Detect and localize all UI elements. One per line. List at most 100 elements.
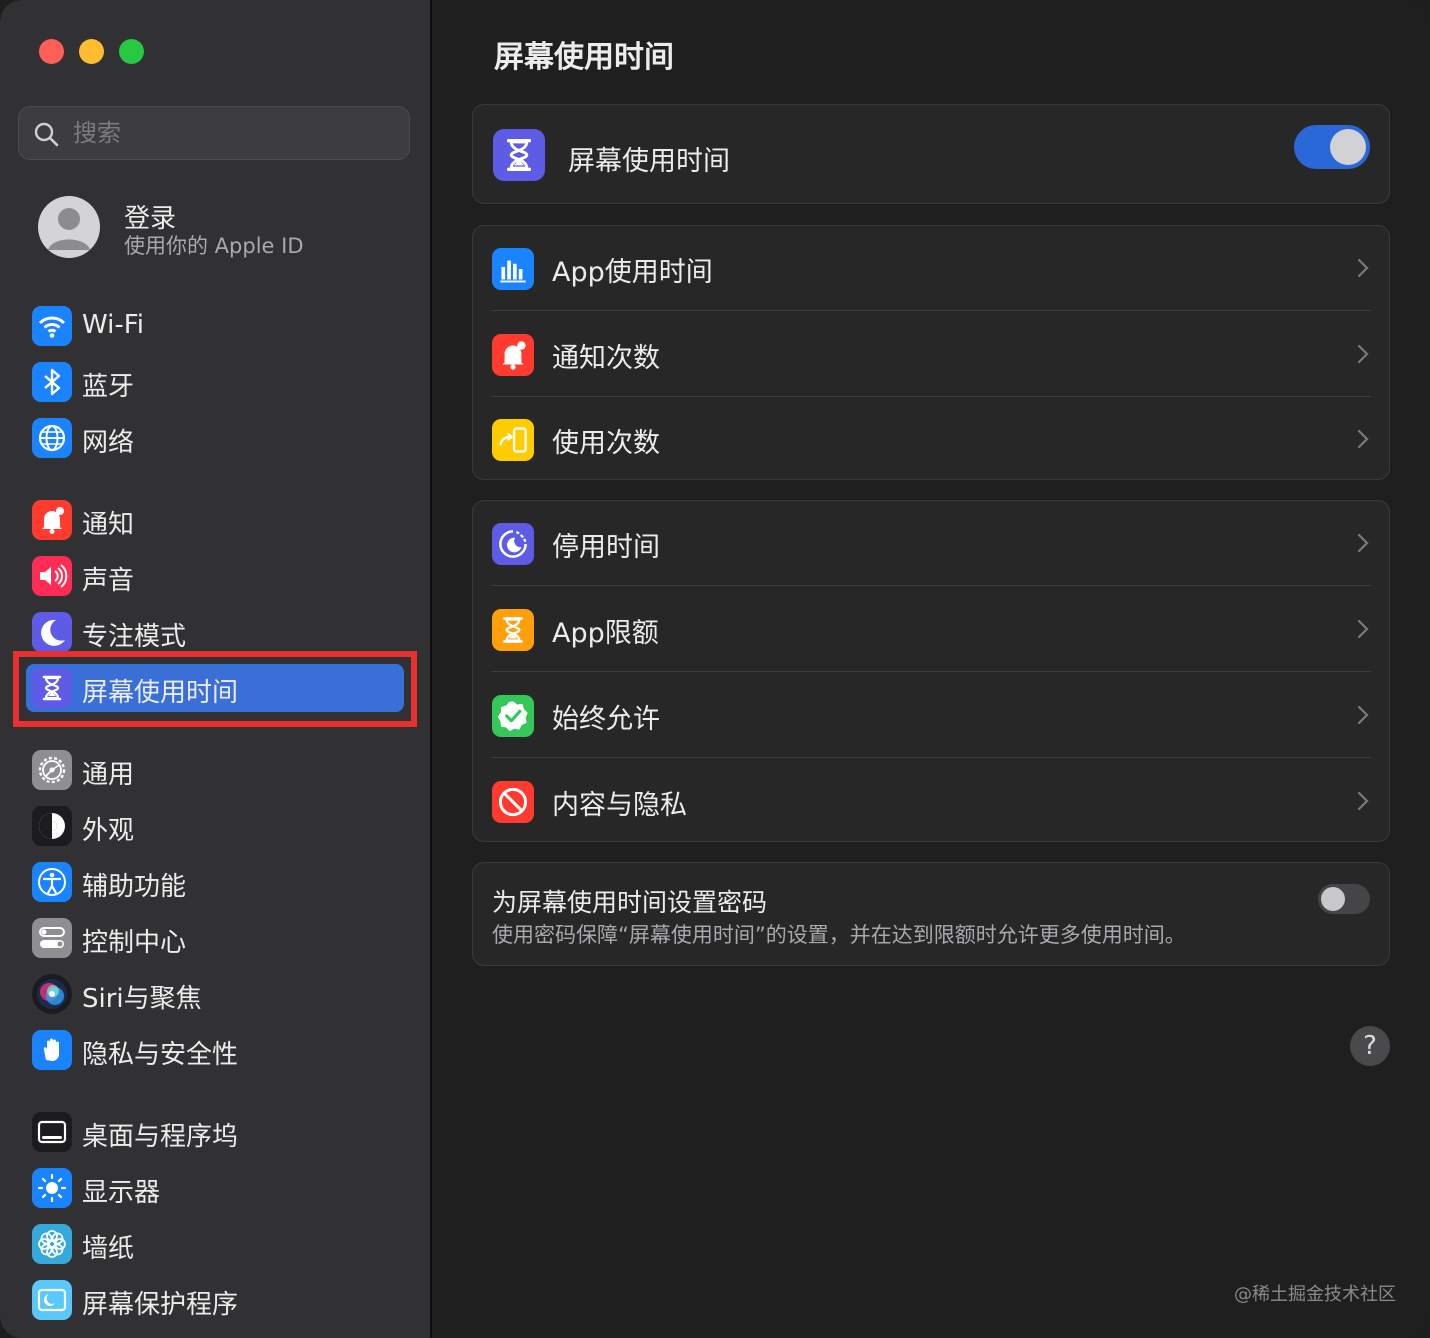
hand-icon bbox=[32, 1030, 72, 1070]
sidebar-item-label: 显示器 bbox=[82, 1178, 161, 1208]
sidebar-item-screen-saver[interactable]: 屏幕保护程序 bbox=[24, 1276, 404, 1324]
row-label: 停用时间 bbox=[552, 532, 660, 563]
help-button[interactable]: ? bbox=[1350, 1026, 1390, 1066]
sidebar-item-appearance[interactable]: 外观 bbox=[24, 802, 404, 850]
sidebar-item-label: 桌面与程序坞 bbox=[82, 1122, 239, 1152]
bar-chart-icon bbox=[492, 248, 534, 290]
pickup-icon bbox=[492, 419, 534, 461]
bell-icon bbox=[32, 500, 72, 540]
row-label: App限额 bbox=[552, 618, 659, 649]
bell-icon bbox=[492, 334, 534, 376]
sidebar-item-label: 外观 bbox=[82, 816, 135, 846]
page-title: 屏幕使用时间 bbox=[494, 40, 674, 75]
appearance-icon bbox=[32, 806, 72, 846]
screensaver-icon bbox=[32, 1280, 72, 1320]
sidebar-item-privacy[interactable]: 隐私与安全性 bbox=[24, 1026, 404, 1074]
sidebar-item-wallpaper[interactable]: 墙纸 bbox=[24, 1220, 404, 1268]
sidebar-item-label: 声音 bbox=[82, 566, 135, 596]
row-label: 通知次数 bbox=[552, 343, 660, 374]
row-always-allowed[interactable]: 始终允许 bbox=[473, 673, 1388, 759]
row-label: App使用时间 bbox=[552, 257, 713, 288]
sidebar-item-label: 控制中心 bbox=[82, 928, 187, 958]
sidebar-item-notifications[interactable]: 通知 bbox=[24, 496, 404, 544]
row-content-privacy[interactable]: 内容与隐私 bbox=[473, 759, 1388, 845]
toggle-knob bbox=[1330, 129, 1366, 165]
sidebar-item-label: 蓝牙 bbox=[82, 372, 135, 402]
chevron-right-icon bbox=[1357, 619, 1369, 639]
hourglass-icon bbox=[493, 129, 545, 181]
sidebar-item-label: 通知 bbox=[82, 510, 135, 540]
sidebar-item-desktop-dock[interactable]: 桌面与程序坞 bbox=[24, 1108, 404, 1156]
divider bbox=[491, 310, 1371, 311]
screen-time-label: 屏幕使用时间 bbox=[568, 146, 730, 177]
hourglass-icon bbox=[492, 609, 534, 651]
row-label: 内容与隐私 bbox=[552, 790, 687, 821]
sidebar-item-displays[interactable]: 显示器 bbox=[24, 1164, 404, 1212]
chevron-right-icon bbox=[1357, 705, 1369, 725]
sidebar-item-network[interactable]: 网络 bbox=[24, 414, 404, 462]
person-icon bbox=[48, 208, 90, 250]
row-downtime[interactable]: 停用时间 bbox=[473, 501, 1388, 587]
sun-icon bbox=[32, 1168, 72, 1208]
control-center-icon bbox=[32, 918, 72, 958]
row-app-usage[interactable]: App使用时间 bbox=[473, 226, 1388, 312]
row-app-limits[interactable]: App限额 bbox=[473, 587, 1388, 673]
sidebar-item-general[interactable]: 通用 bbox=[24, 746, 404, 794]
sidebar-item-accessibility[interactable]: 辅助功能 bbox=[24, 858, 404, 906]
bluetooth-icon bbox=[32, 362, 72, 402]
sidebar-item-label: Siri与聚焦 bbox=[82, 984, 202, 1014]
apple-id-account[interactable]: 登录 使用你的 Apple ID bbox=[38, 196, 408, 260]
chevron-right-icon bbox=[1357, 533, 1369, 553]
sidebar-item-label: 墙纸 bbox=[82, 1234, 135, 1264]
main-panel: 屏幕使用时间 屏幕使用时间 App使用时间 通知次数 使用次数 停用时间 App… bbox=[432, 0, 1430, 1338]
sidebar-item-control-center[interactable]: 控制中心 bbox=[24, 914, 404, 962]
account-subtitle: 使用你的 Apple ID bbox=[124, 234, 304, 258]
search-input[interactable] bbox=[73, 107, 393, 159]
chevron-right-icon bbox=[1357, 429, 1369, 449]
wifi-icon bbox=[32, 306, 72, 346]
sidebar-item-focus[interactable]: 专注模式 bbox=[24, 608, 404, 656]
dock-icon bbox=[32, 1112, 72, 1152]
row-label: 使用次数 bbox=[552, 428, 660, 459]
system-settings-window: 登录 使用你的 Apple ID Wi-Fi 蓝牙 网络 bbox=[0, 0, 1430, 1338]
sidebar-item-label: 屏幕保护程序 bbox=[82, 1290, 239, 1320]
chevron-right-icon bbox=[1357, 791, 1369, 811]
sidebar-item-label: 通用 bbox=[82, 760, 135, 790]
accessibility-icon bbox=[32, 862, 72, 902]
search-field[interactable] bbox=[18, 106, 410, 160]
divider bbox=[491, 757, 1371, 758]
zoom-button[interactable] bbox=[119, 39, 144, 64]
avatar bbox=[38, 196, 100, 258]
downtime-icon bbox=[492, 523, 534, 565]
sidebar-item-wifi[interactable]: Wi-Fi bbox=[24, 302, 404, 350]
sidebar-item-label: 辅助功能 bbox=[82, 872, 187, 902]
close-button[interactable] bbox=[39, 39, 64, 64]
chevron-right-icon bbox=[1357, 258, 1369, 278]
screen-time-toggle[interactable] bbox=[1294, 125, 1370, 169]
chevron-right-icon bbox=[1357, 344, 1369, 364]
sidebar-item-bluetooth[interactable]: 蓝牙 bbox=[24, 358, 404, 406]
usage-group-card: App使用时间 通知次数 使用次数 bbox=[472, 225, 1390, 480]
toggle-knob bbox=[1321, 887, 1345, 911]
flower-icon bbox=[32, 1224, 72, 1264]
moon-icon bbox=[32, 612, 72, 652]
globe-icon bbox=[32, 418, 72, 458]
row-label: 始终允许 bbox=[552, 704, 660, 735]
row-notifications[interactable]: 通知次数 bbox=[473, 312, 1388, 398]
siri-icon bbox=[32, 974, 72, 1014]
minimize-button[interactable] bbox=[79, 39, 104, 64]
sidebar-item-siri[interactable]: Siri与聚焦 bbox=[24, 970, 404, 1018]
passcode-toggle[interactable] bbox=[1318, 884, 1370, 914]
gear-icon bbox=[32, 750, 72, 790]
sidebar: 登录 使用你的 Apple ID Wi-Fi 蓝牙 网络 bbox=[0, 0, 432, 1338]
speaker-icon bbox=[32, 556, 72, 596]
divider bbox=[491, 585, 1371, 586]
passcode-card: 为屏幕使用时间设置密码 使用密码保障“屏幕使用时间”的设置，并在达到限额时允许更… bbox=[472, 862, 1390, 966]
watermark: @稀土掘金技术社区 bbox=[1234, 1284, 1396, 1305]
checkmark-badge-icon bbox=[492, 695, 534, 737]
sidebar-item-sound[interactable]: 声音 bbox=[24, 552, 404, 600]
row-pickups[interactable]: 使用次数 bbox=[473, 397, 1388, 483]
sidebar-item-label: Wi-Fi bbox=[82, 310, 145, 340]
no-entry-icon bbox=[492, 781, 534, 823]
divider bbox=[491, 671, 1371, 672]
